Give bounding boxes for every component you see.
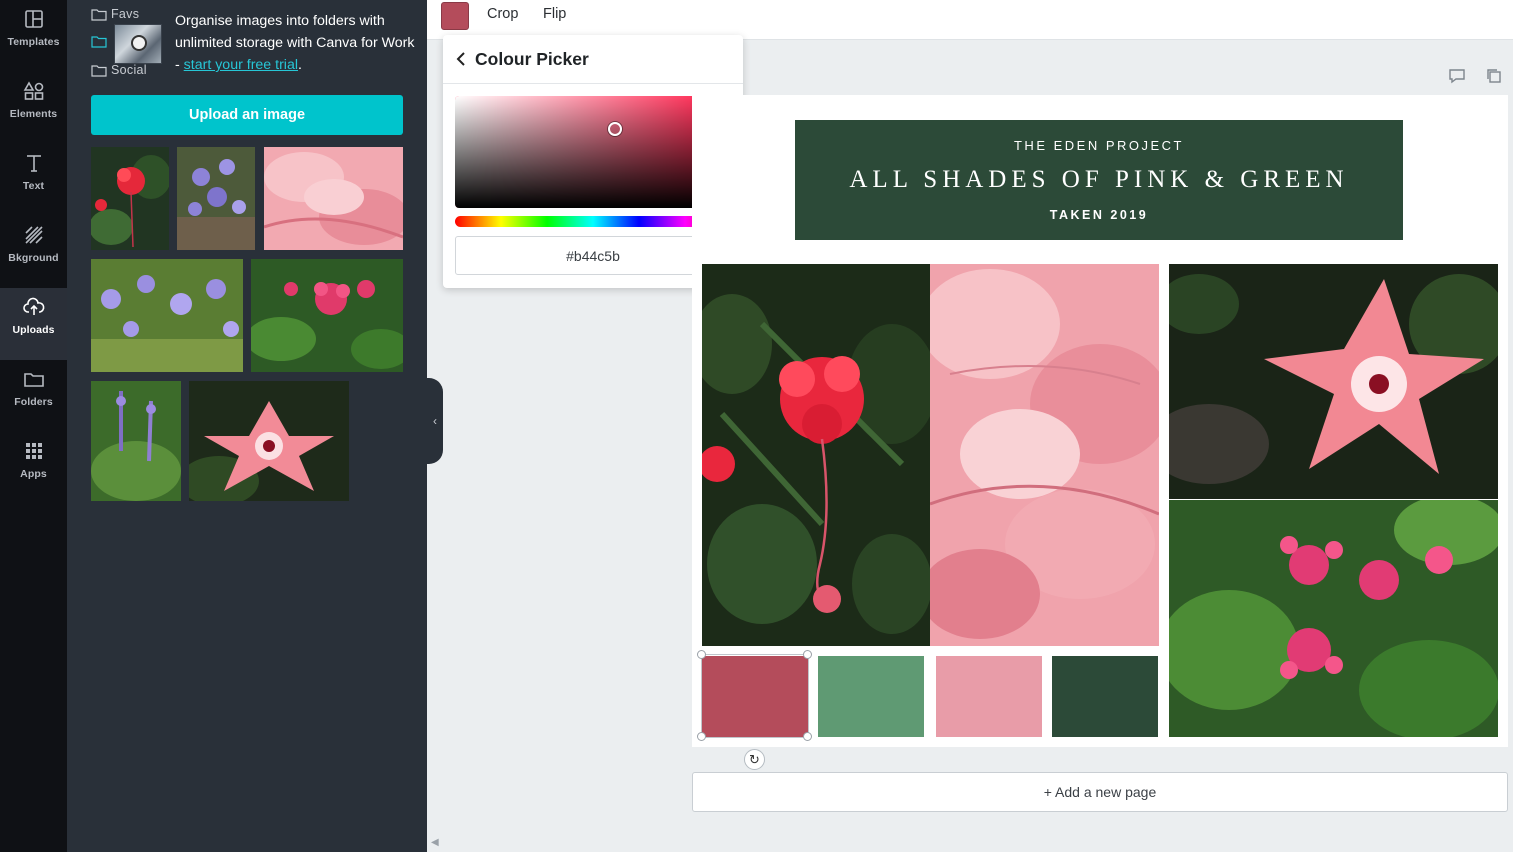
sidebar-item-background[interactable]: Bkground	[0, 216, 67, 288]
sidebar-item-label: Text	[22, 180, 45, 192]
folder-favs[interactable]: Favs	[91, 7, 139, 21]
folder-icon	[23, 373, 44, 387]
upload-thumbnail[interactable]	[189, 381, 349, 501]
rotate-icon[interactable]: ↻	[744, 749, 765, 770]
folder-hidden[interactable]	[91, 35, 107, 48]
upload-thumbnail[interactable]	[251, 259, 403, 372]
duplicate-page-icon[interactable]	[1486, 68, 1502, 84]
horizontal-scrollbar[interactable]: ◀	[427, 836, 1513, 852]
saturation-value-area[interactable]	[455, 96, 731, 208]
sidebar-item-templates[interactable]: Templates	[0, 0, 67, 72]
folder-icon	[91, 8, 107, 21]
sidebar-item-label: Folders	[14, 396, 53, 408]
sidebar-item-label: Uploads	[12, 324, 55, 336]
editor-toolbar: Crop Flip	[427, 0, 1513, 40]
collapse-panel-button[interactable]: ‹	[427, 378, 443, 464]
upload-thumbnail[interactable]	[91, 259, 243, 372]
hex-color-input[interactable]	[455, 236, 731, 275]
resize-handle[interactable]	[803, 732, 812, 741]
black-gradient	[455, 96, 731, 208]
resize-handle[interactable]	[803, 650, 812, 659]
elements-icon	[23, 81, 43, 100]
flip-button[interactable]: Flip	[543, 6, 566, 22]
crop-button[interactable]: Crop	[487, 6, 518, 22]
promo-suffix: .	[298, 57, 302, 73]
photo-pink-cluster[interactable]	[1169, 500, 1498, 737]
photo-red-flower[interactable]	[702, 264, 930, 646]
sidebar-item-uploads[interactable]: Uploads	[0, 288, 67, 360]
photo-pink-petals[interactable]	[930, 264, 1159, 646]
upload-thumbnail[interactable]	[177, 147, 255, 250]
upload-image-button[interactable]: Upload an image	[91, 95, 403, 135]
uploads-icon	[22, 297, 44, 315]
sidebar-item-elements[interactable]: Elements	[0, 72, 67, 144]
templates-icon	[24, 10, 43, 28]
text-icon	[26, 155, 41, 172]
palette-swatch[interactable]	[702, 656, 808, 737]
folder-label: Social	[111, 63, 147, 77]
chevron-left-icon[interactable]	[455, 51, 467, 67]
promo-image	[114, 24, 162, 64]
folder-label: Favs	[111, 7, 140, 21]
palette-swatch[interactable]	[936, 656, 1042, 737]
folder-social[interactable]: Social	[91, 63, 147, 77]
banner-kicker: THE EDEN PROJECT	[1013, 138, 1184, 153]
resize-handle[interactable]	[697, 732, 706, 741]
chevron-left-icon: ‹	[433, 414, 437, 428]
scroll-left-icon[interactable]: ◀	[431, 837, 439, 848]
side-rail: Templates Elements Text Bkground Uploads…	[0, 0, 67, 852]
sidebar-item-label: Templates	[7, 36, 60, 48]
hue-slider[interactable]	[455, 216, 731, 227]
folder-icon	[91, 36, 107, 48]
sidebar-item-label: Bkground	[8, 252, 59, 264]
upload-thumbnail[interactable]	[91, 381, 181, 501]
sidebar-item-label: Elements	[9, 108, 58, 120]
upload-thumbnail[interactable]	[264, 147, 403, 250]
saturation-handle[interactable]	[608, 122, 622, 136]
colour-picker-title: Colour Picker	[475, 48, 589, 69]
banner-subtitle: TAKEN 2019	[1049, 208, 1149, 222]
free-trial-link[interactable]: start your free trial	[184, 57, 298, 73]
text-color-swatch[interactable]	[441, 2, 469, 30]
design-page[interactable]: THE EDEN PROJECT ALL SHADES OF PINK & GR…	[692, 95, 1508, 747]
apps-icon	[25, 443, 42, 459]
comment-icon[interactable]	[1448, 68, 1466, 84]
sidebar-item-folders[interactable]: Folders	[0, 360, 67, 432]
resize-handle[interactable]	[697, 650, 706, 659]
sidebar-item-apps[interactable]: Apps	[0, 432, 67, 504]
add-new-page-button[interactable]: + Add a new page	[692, 772, 1508, 812]
sidebar-item-label: Apps	[20, 468, 47, 480]
banner-title: ALL SHADES OF PINK & GREEN	[849, 166, 1349, 193]
promo-text: Organise images into folders with unlimi…	[175, 10, 415, 76]
background-icon	[24, 226, 43, 244]
upload-thumbnail[interactable]	[91, 147, 169, 250]
palette-swatch[interactable]	[818, 656, 924, 737]
palette-swatch[interactable]	[1052, 656, 1158, 737]
folder-icon	[91, 64, 107, 77]
colour-picker-header: Colour Picker	[443, 35, 743, 84]
sidebar-item-text[interactable]: Text	[0, 144, 67, 216]
title-banner[interactable]: THE EDEN PROJECT ALL SHADES OF PINK & GR…	[795, 120, 1403, 240]
uploads-panel: Favs Social Organise images into folders…	[67, 0, 427, 852]
photo-hibiscus[interactable]	[1169, 264, 1498, 499]
